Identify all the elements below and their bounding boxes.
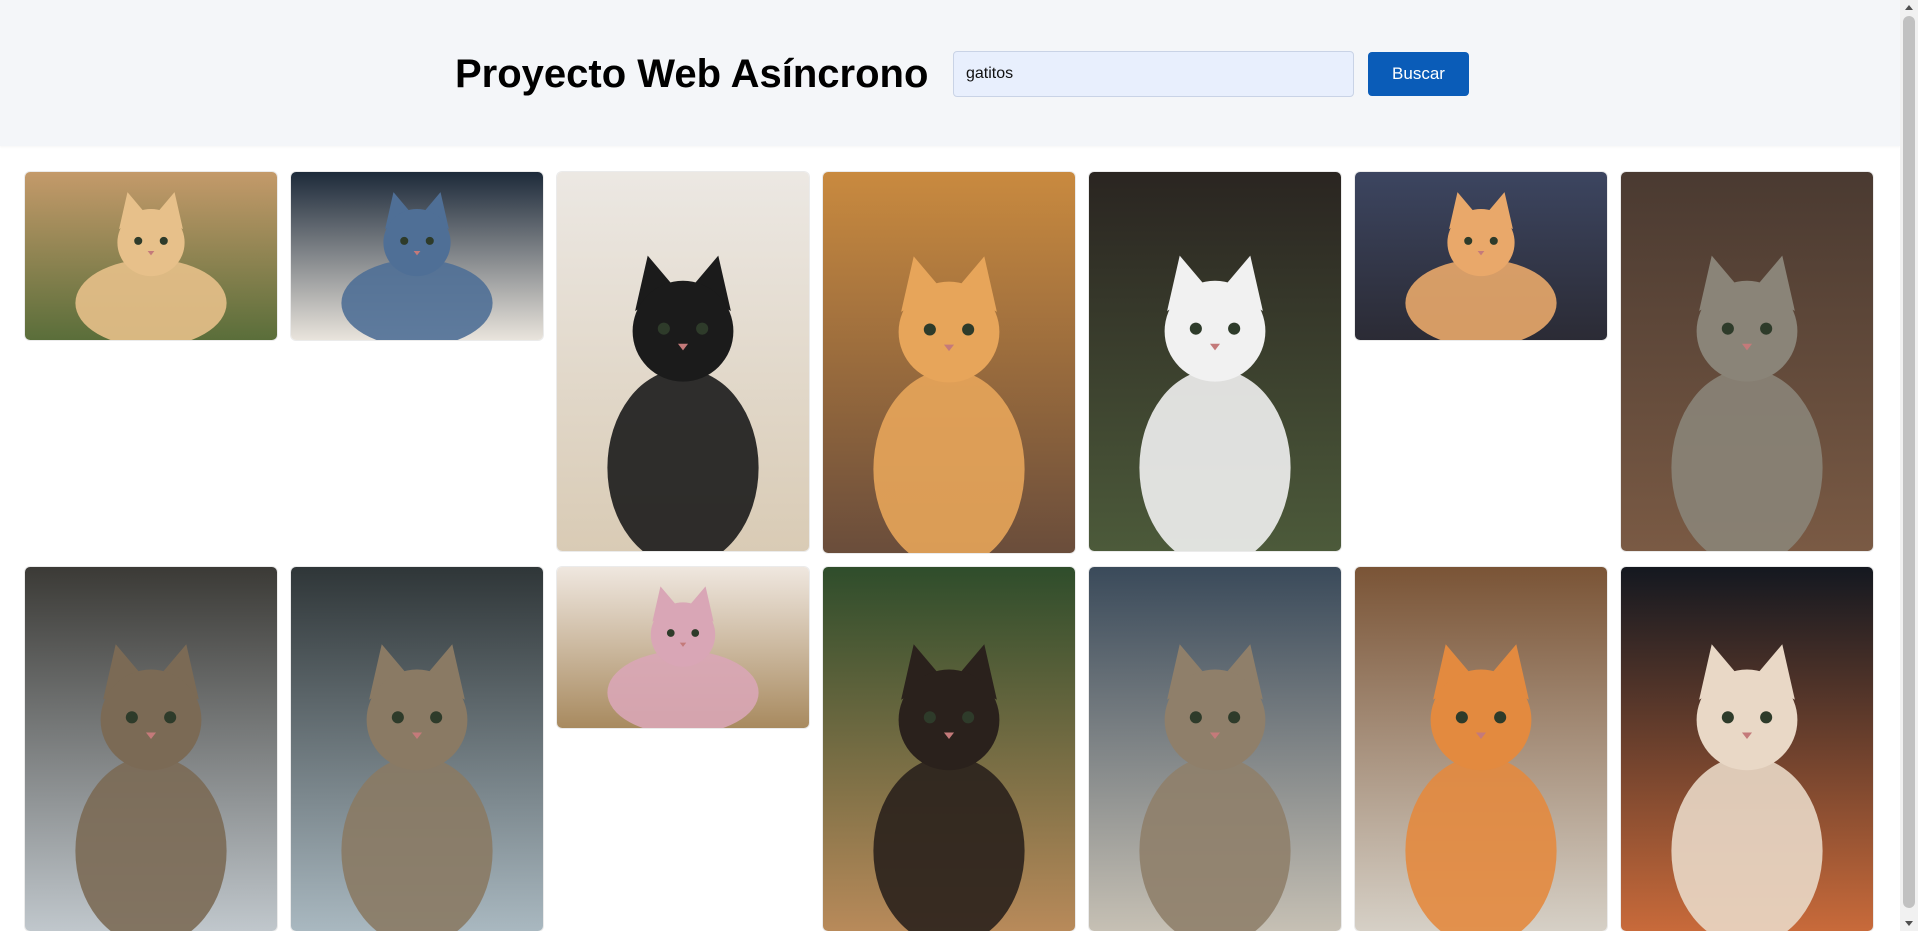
- scroll-down-arrow-icon[interactable]: [1905, 921, 1913, 926]
- cat-photo-icon: [1621, 567, 1873, 931]
- page-scrollbar[interactable]: [1900, 0, 1918, 931]
- gallery-image: [25, 567, 277, 931]
- gallery-image: [1355, 567, 1607, 931]
- image-gallery: [0, 0, 1900, 931]
- scroll-up-arrow-icon[interactable]: [1905, 5, 1913, 10]
- cat-photo-icon: [1089, 172, 1341, 551]
- cat-photo-icon: [291, 172, 543, 340]
- gallery-image: [25, 172, 277, 340]
- cat-photo-icon: [557, 567, 809, 728]
- cat-photo-icon: [25, 172, 277, 340]
- gallery-image: [1621, 567, 1873, 931]
- gallery-image: [1621, 172, 1873, 551]
- gallery-image: [1089, 567, 1341, 931]
- cat-photo-icon: [823, 567, 1075, 931]
- gallery-image: [557, 567, 809, 728]
- cat-photo-icon: [557, 172, 809, 551]
- scrollbar-thumb[interactable]: [1903, 16, 1915, 908]
- cat-photo-icon: [1621, 172, 1873, 551]
- cat-photo-icon: [1089, 567, 1341, 931]
- gallery-image: [1355, 172, 1607, 340]
- gallery-image: [557, 172, 809, 551]
- cat-photo-icon: [291, 567, 543, 931]
- gallery-image: [823, 567, 1075, 931]
- cat-photo-icon: [25, 567, 277, 931]
- cat-photo-icon: [823, 172, 1075, 553]
- gallery-image: [291, 567, 543, 931]
- gallery-image: [823, 172, 1075, 553]
- gallery-image: [291, 172, 543, 340]
- cat-photo-icon: [1355, 567, 1607, 931]
- gallery-image: [1089, 172, 1341, 551]
- cat-photo-icon: [1355, 172, 1607, 340]
